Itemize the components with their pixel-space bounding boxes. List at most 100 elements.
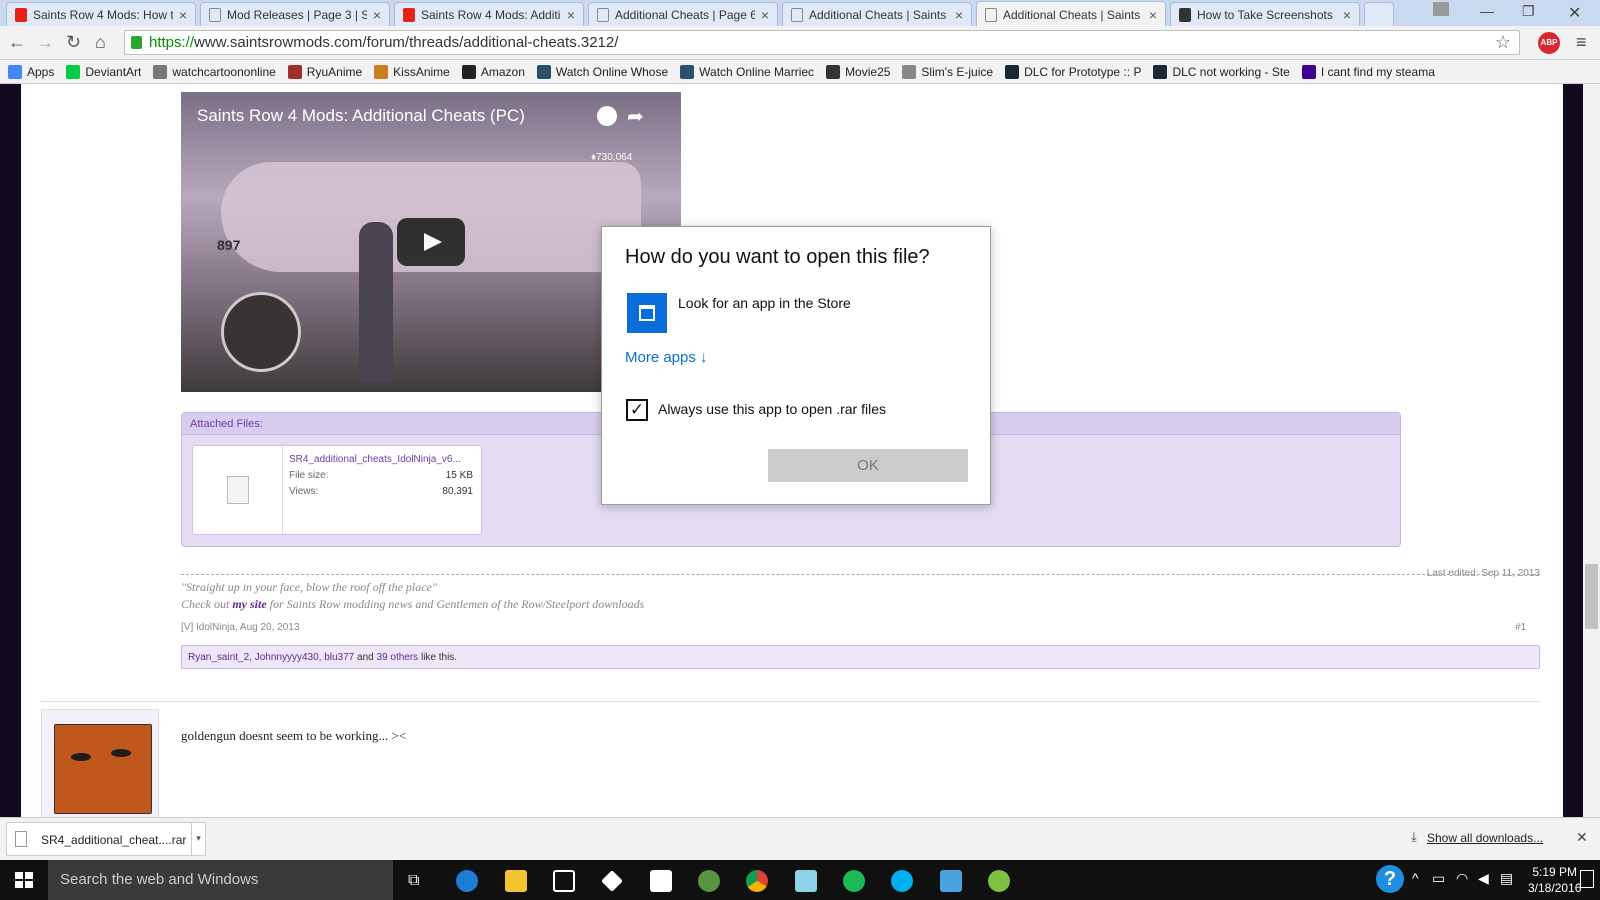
attachment-thumbnail[interactable] (193, 446, 283, 534)
forward-icon[interactable]: → (36, 32, 54, 53)
bookmark-watchcartoononline[interactable]: watchcartoononline (153, 64, 276, 79)
close-icon[interactable]: × (179, 7, 187, 23)
scrollbar-thumb[interactable] (1585, 564, 1598, 629)
clock-time: 5:19 PM (1532, 865, 1578, 879)
bookmark-movie25[interactable]: Movie25 (826, 64, 890, 79)
tab-5[interactable]: Additional Cheats | Saints × (782, 2, 972, 26)
avatar[interactable] (54, 724, 152, 814)
star-icon[interactable]: ☆ (1495, 31, 1511, 54)
scrollbar[interactable] (1583, 84, 1600, 817)
watch-later-icon[interactable] (597, 106, 617, 126)
tab-label: Saints Row 4 Mods: How t (33, 7, 173, 22)
tab-2[interactable]: Mod Releases | Page 3 | Sa × (200, 2, 390, 26)
video-frame-number: 897 (217, 237, 241, 253)
steam-icon (1005, 64, 1020, 79)
likes-others-link[interactable]: 39 others (376, 652, 418, 663)
post-meta[interactable]: [V] IdolNinja, Aug 20, 2013 (181, 622, 299, 633)
ok-button[interactable]: OK (768, 449, 968, 482)
attachment-filename-link[interactable]: SR4_additional_cheats_IdolNinja_v6... (289, 454, 479, 465)
bookmark-dlc-prototype[interactable]: DLC for Prototype :: P (1005, 64, 1141, 79)
close-icon[interactable]: × (1343, 7, 1351, 23)
look-in-store-option[interactable]: Look for an app in the Store (678, 295, 851, 311)
back-icon[interactable]: ← (8, 32, 26, 53)
bookmark-label: Watch Online Marriec (699, 64, 815, 79)
download-filename[interactable]: SR4_additional_cheat....rar (41, 833, 186, 847)
remote-desktop-icon[interactable] (940, 870, 962, 892)
restore-icon[interactable]: ❐ (1522, 3, 1535, 20)
bookmark-yahoo-steam[interactable]: I cant find my steama (1301, 64, 1435, 79)
tab-label: How to Take Screenshots (1197, 7, 1333, 22)
windows-start-icon[interactable] (15, 872, 33, 889)
dropbox-icon[interactable] (601, 870, 623, 892)
share-icon[interactable]: ➦ (627, 104, 644, 129)
close-icon[interactable]: × (567, 7, 575, 23)
post-permalink[interactable]: #1 (1515, 622, 1526, 633)
edge-icon[interactable] (456, 870, 478, 892)
skype-icon[interactable] (891, 870, 913, 892)
download-item[interactable]: SR4_additional_cheat....rar ▾ (6, 822, 206, 856)
bookmark-deviantart[interactable]: DeviantArt (66, 64, 141, 79)
more-apps-link[interactable]: More apps ↓ (625, 349, 708, 366)
notes-icon[interactable] (795, 870, 817, 892)
bookmark-apps[interactable]: Apps (8, 64, 54, 79)
store-icon[interactable] (553, 870, 575, 892)
close-icon[interactable]: ✕ (1576, 829, 1588, 846)
spotify-icon[interactable] (843, 870, 865, 892)
amazon-icon[interactable] (650, 870, 672, 892)
my-site-link[interactable]: my site (232, 597, 266, 611)
file-explorer-icon[interactable] (505, 870, 527, 892)
minimize-icon[interactable]: — (1480, 3, 1494, 19)
help-icon[interactable]: ? (1376, 865, 1404, 893)
new-tab-button[interactable] (1364, 2, 1394, 26)
home-icon[interactable]: ⌂ (95, 32, 106, 53)
taskbar-search[interactable]: Search the web and Windows (48, 860, 393, 900)
bookmarks-bar: Apps DeviantArt watchcartoononline RyuAn… (0, 60, 1600, 84)
bookmark-slims-ejuice[interactable]: Slim's E-juice (902, 64, 993, 79)
bookmark-label: Watch Online Whose (555, 64, 669, 79)
close-icon[interactable]: × (761, 7, 769, 23)
clock[interactable]: 5:19 PM 3/18/2016 (1528, 864, 1581, 896)
close-icon[interactable]: × (1149, 7, 1157, 23)
chevron-down-icon[interactable]: ▾ (191, 823, 205, 855)
tab-label: Saints Row 4 Mods: Additi (421, 7, 561, 22)
always-use-checkbox[interactable]: ✓ (626, 399, 648, 421)
user-icon[interactable] (1433, 2, 1449, 16)
tripadvisor-icon[interactable] (698, 870, 720, 892)
chevron-up-icon[interactable]: ^ (1412, 870, 1419, 886)
close-window-icon[interactable]: ✕ (1568, 3, 1581, 23)
close-icon[interactable]: × (373, 7, 381, 23)
menu-icon[interactable]: ≡ (1576, 32, 1587, 53)
w-app-icon[interactable] (988, 870, 1010, 892)
wifi-icon[interactable]: ◠ (1456, 870, 1468, 887)
tab-3[interactable]: Saints Row 4 Mods: Additi × (394, 2, 584, 26)
bookmark-kissanime[interactable]: KissAnime (374, 64, 450, 79)
likes-users[interactable]: Ryan_saint_2, Johnnyyyy430, blu377 (188, 652, 354, 663)
store-icon[interactable] (627, 293, 667, 333)
task-view-icon[interactable]: ⧉ (408, 872, 419, 890)
tab-1[interactable]: Saints Row 4 Mods: How t × (6, 2, 196, 26)
file-icon (15, 831, 27, 847)
adblock-icon[interactable]: ABP (1538, 32, 1560, 54)
volume-icon[interactable]: ◀ (1478, 870, 1489, 887)
video-title[interactable]: Saints Row 4 Mods: Additional Cheats (PC… (197, 106, 525, 126)
chrome-icon[interactable] (746, 870, 768, 892)
always-use-label[interactable]: Always use this app to open .rar files (658, 401, 886, 417)
views-label: Views: (289, 486, 319, 497)
bookmark-dlc-not-working[interactable]: DLC not working - Ste (1153, 64, 1290, 79)
bookmark-amazon[interactable]: Amazon (461, 64, 525, 79)
tab-4[interactable]: Additional Cheats | Page 6 × (588, 2, 778, 26)
keyboard-icon[interactable]: ▤ (1500, 870, 1513, 887)
bookmark-watch-online-whose[interactable]: Watch Online Whose (536, 64, 669, 79)
notification-icon[interactable] (1580, 870, 1594, 888)
address-bar[interactable]: https://www.saintsrowmods.com/forum/thre… (124, 30, 1520, 55)
bookmark-watch-online-married[interactable]: Watch Online Marriec (680, 64, 815, 79)
attachment-card[interactable]: SR4_additional_cheats_IdolNinja_v6... Fi… (192, 445, 482, 535)
show-all-downloads-link[interactable]: Show all downloads... (1427, 831, 1543, 845)
tab-7[interactable]: How to Take Screenshots × (1170, 2, 1360, 26)
bookmark-ryuanime[interactable]: RyuAnime (287, 64, 362, 79)
tab-6-active[interactable]: Additional Cheats | Saints × (976, 1, 1166, 27)
reload-icon[interactable]: ↻ (66, 32, 81, 53)
battery-icon[interactable]: ▭ (1432, 870, 1445, 887)
close-icon[interactable]: × (955, 7, 963, 23)
play-button[interactable] (397, 218, 465, 266)
